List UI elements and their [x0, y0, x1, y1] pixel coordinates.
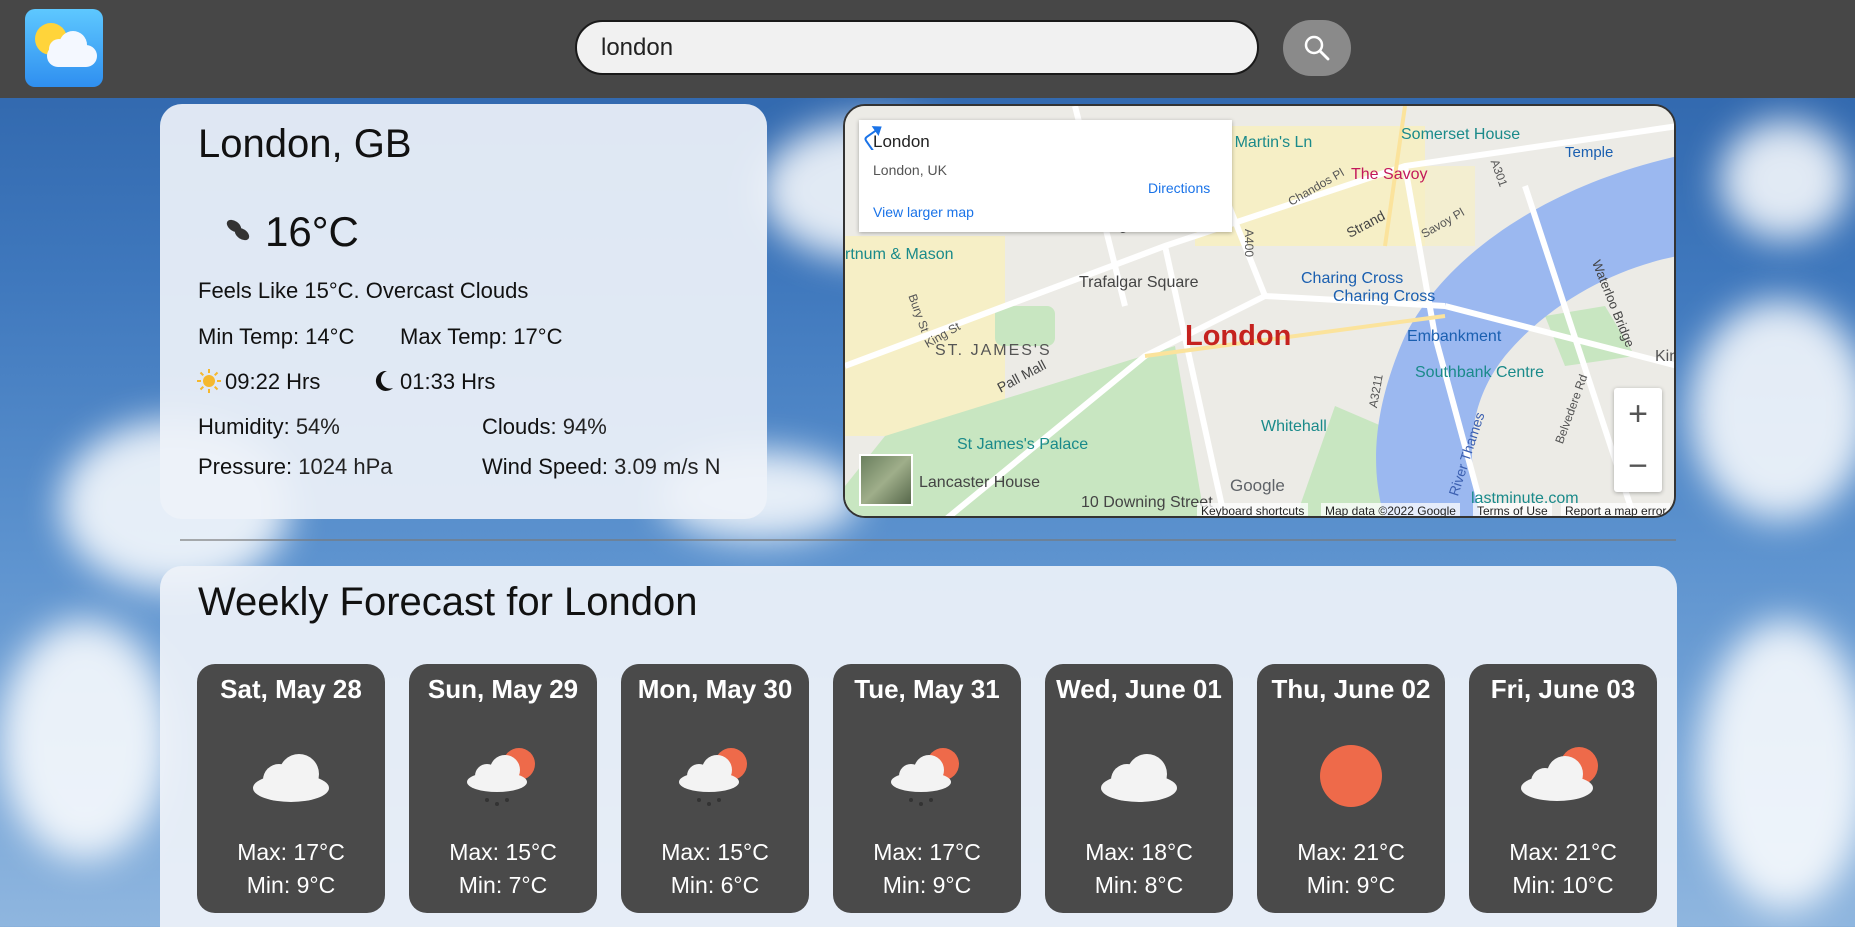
feels-like: Feels Like 15°C. Overcast Clouds	[198, 278, 529, 303]
day-min: Min: 8°C	[1094, 872, 1184, 898]
sun-cloud-rain-icon	[891, 748, 959, 806]
directions-icon[interactable]	[859, 120, 887, 150]
satellite-toggle[interactable]	[859, 454, 913, 506]
clouds: Clouds: 94%	[482, 414, 607, 440]
cloud-icon	[253, 754, 329, 802]
place-subtitle: London, UK	[873, 162, 947, 178]
sunrise-time: 09:22 Hrs	[225, 369, 321, 394]
terms-link[interactable]: Terms of Use	[1473, 503, 1552, 516]
day-max: Max: 17°C	[237, 839, 345, 865]
sunset-time: 01:33 Hrs	[400, 369, 496, 394]
pressure-value: 1024 hPa	[298, 454, 393, 479]
moon-icon	[375, 370, 393, 391]
sun-icon	[1320, 745, 1382, 807]
map-data-attribution: Map data ©2022 Google	[1321, 503, 1460, 516]
day-min: Min: 7°C	[458, 872, 548, 898]
map-city-label: London	[1185, 320, 1292, 352]
map-label: A400	[1242, 228, 1257, 258]
city-name: London, GB	[198, 122, 412, 166]
weekly-title: Weekly Forecast for London	[198, 580, 698, 624]
wind-value: 3.09 m/s N	[614, 454, 721, 479]
map-place-card: London London, UK Directions View larger…	[859, 120, 1232, 232]
forecast-day-card: Thu, June 02 Max: 21°C Min: 9°C	[1257, 664, 1445, 913]
forecast-day-card: Fri, June 03 Max: 21°C Min: 10°C	[1469, 664, 1657, 913]
map-label: 10 Downing Street	[1081, 494, 1213, 511]
cloud-icon	[1101, 754, 1177, 802]
map-label: Kin	[1655, 348, 1676, 365]
directions-link[interactable]: Directions	[1148, 180, 1210, 196]
zoom-control: + −	[1614, 388, 1662, 492]
day-name: Mon, May 30	[637, 674, 793, 704]
max-temp: Max Temp: 17°C	[400, 324, 563, 349]
day-min: Min: 9°C	[1306, 872, 1396, 898]
day-name: Tue, May 31	[854, 674, 1000, 704]
map-label: rtnum & Mason	[845, 246, 954, 263]
min-temp: Min Temp: 14°C	[198, 324, 355, 349]
wind-speed: Wind Speed: 3.09 m/s N	[482, 454, 720, 480]
map-label: Southbank Centre	[1415, 364, 1544, 381]
day-min: Min: 9°C	[882, 872, 972, 898]
clouds-label: Clouds:	[482, 414, 557, 439]
day-max: Max: 15°C	[449, 839, 557, 865]
search-button[interactable]	[1283, 20, 1351, 76]
pressure: Pressure: 1024 hPa	[198, 454, 392, 480]
day-max: Max: 18°C	[1085, 839, 1193, 865]
day-min: Min: 10°C	[1512, 872, 1614, 898]
section-divider	[180, 539, 1676, 541]
map-label: Charing Cross	[1333, 288, 1436, 305]
map-label: Whitehall	[1261, 418, 1327, 435]
current-weather-card: London, GB 16°C Feels Like 15°C. Overcas…	[160, 104, 767, 519]
forecast-day-card: Wed, June 01 Max: 18°C Min: 8°C	[1045, 664, 1233, 913]
weather-logo-icon[interactable]	[25, 9, 103, 87]
day-name: Sat, May 28	[220, 674, 362, 704]
forecast-day-card: Sat, May 28 Max: 17°C Min: 9°C	[197, 664, 385, 913]
day-name: Fri, June 03	[1490, 674, 1636, 704]
day-max: Max: 21°C	[1297, 839, 1405, 865]
view-larger-map-link[interactable]: View larger map	[873, 204, 974, 220]
sunrise-icon	[197, 369, 221, 393]
day-name: Sun, May 29	[427, 674, 579, 704]
humidity-label: Humidity:	[198, 414, 290, 439]
weekly-forecast-card: Weekly Forecast for London Sat, May 28 M…	[160, 566, 1677, 927]
map-label: ST. JAMES'S	[935, 342, 1052, 359]
day-max: Max: 17°C	[873, 839, 981, 865]
zoom-out-button[interactable]: −	[1614, 440, 1662, 492]
map-label: St James's Palace	[957, 436, 1089, 453]
sun-cloud-rain-icon	[467, 748, 535, 806]
top-bar	[0, 0, 1855, 98]
map-label: Charing Cross	[1301, 270, 1404, 287]
day-name: Wed, June 01	[1056, 674, 1222, 704]
day-max: Max: 15°C	[661, 839, 769, 865]
map-label: Trafalgar Square	[1079, 274, 1199, 291]
wind-label: Wind Speed:	[482, 454, 608, 479]
report-error-link[interactable]: Report a map error	[1561, 503, 1671, 516]
sun-cloud-icon	[1521, 747, 1598, 801]
day-name: Thu, June 02	[1271, 674, 1431, 704]
forecast-day-card: Sun, May 29 Max: 15°C Min: 7°C	[409, 664, 597, 913]
forecast-day-card: Tue, May 31 Max: 17°C Min: 9°C	[833, 664, 1021, 913]
day-min: Min: 6°C	[670, 872, 760, 898]
search-input[interactable]	[575, 20, 1259, 75]
zoom-in-button[interactable]: +	[1614, 388, 1662, 440]
embedded-map[interactable]: St Martin's Ln Somerset House Temple The…	[843, 104, 1676, 518]
sun-cloud-rain-icon	[679, 748, 747, 806]
current-temperature: 16°C	[265, 208, 359, 255]
forecast-day-card: Mon, May 30 Max: 15°C Min: 6°C	[621, 664, 809, 913]
map-label: Somerset House	[1401, 126, 1521, 143]
map-label: Temple	[1565, 144, 1614, 161]
humidity-value: 54%	[295, 414, 340, 439]
google-logo: Google	[1230, 476, 1285, 495]
map-label: Embankment	[1407, 328, 1502, 345]
clouds-value: 94%	[562, 414, 607, 439]
map-label: Lancaster House	[919, 474, 1040, 491]
map-label: The Savoy	[1351, 166, 1428, 183]
day-max: Max: 21°C	[1509, 839, 1617, 865]
humidity: Humidity: 54%	[198, 414, 340, 440]
day-min: Min: 9°C	[246, 872, 336, 898]
keyboard-shortcuts-link[interactable]: Keyboard shortcuts	[1197, 503, 1309, 516]
search-icon	[1304, 35, 1330, 61]
overcast-clouds-icon	[226, 219, 250, 241]
pressure-label: Pressure:	[198, 454, 293, 479]
